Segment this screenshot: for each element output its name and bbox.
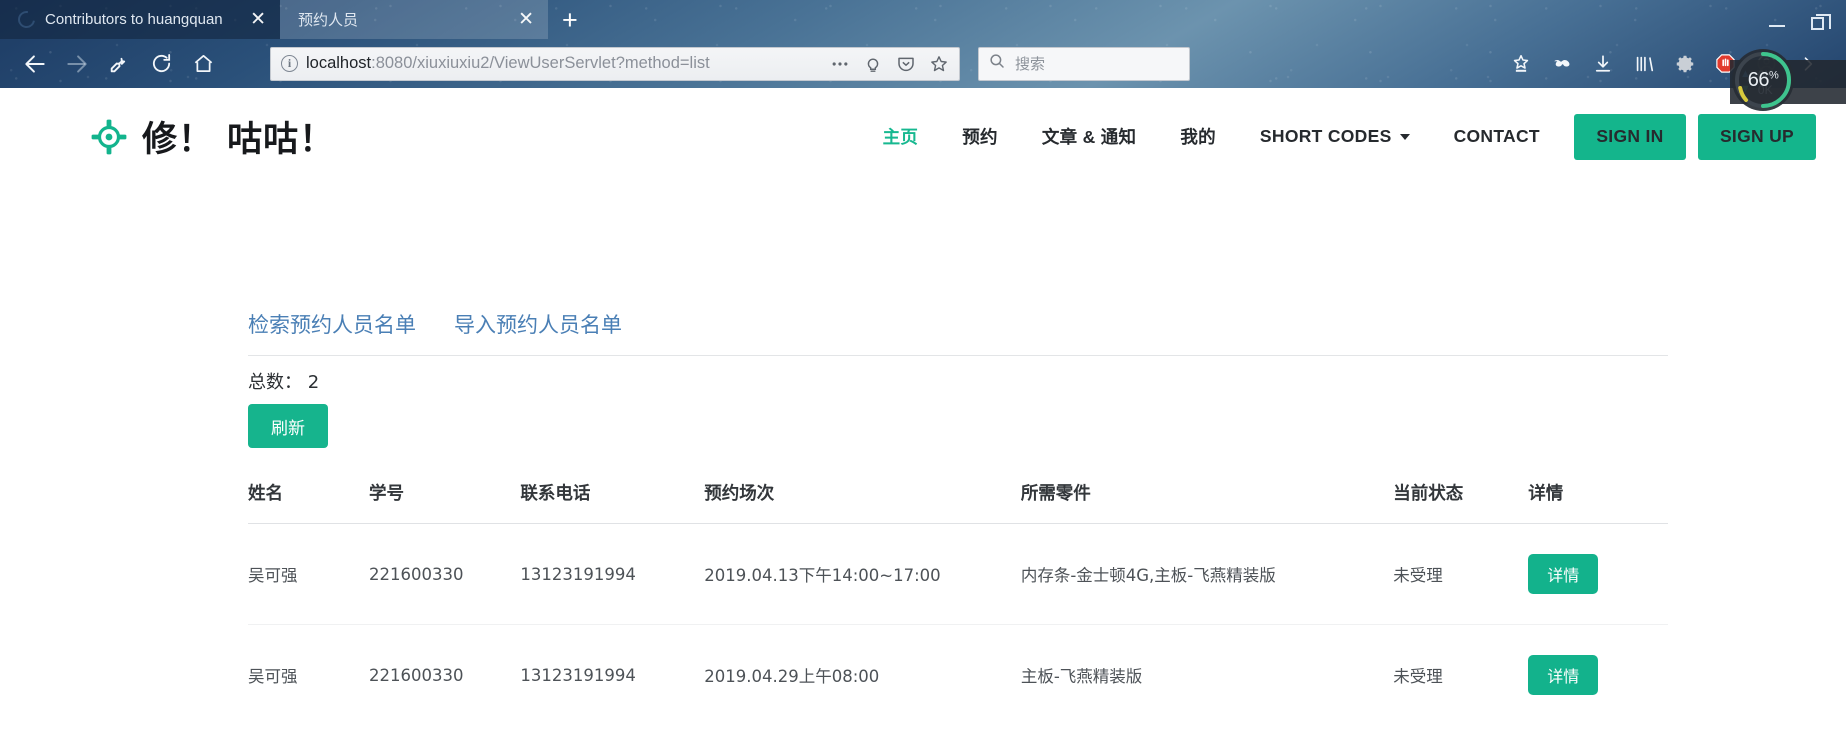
- search-icon: [988, 52, 1006, 75]
- browser-window: Contributors to huangquan ✕ 预约人员 ✕ + i l…: [0, 0, 1846, 755]
- new-tab-button[interactable]: +: [548, 7, 592, 34]
- site-header: 修！ 咕咕！ 主页 预约 文章 & 通知 我的 SHORT CODES CONT…: [0, 88, 1846, 185]
- url-host: localhost: [306, 54, 372, 72]
- detail-button[interactable]: 详情: [1528, 554, 1599, 594]
- header-phone: 联系电话: [520, 474, 705, 524]
- main-navigation: 主页 预约 文章 & 通知 我的 SHORT CODES CONTACT SIG…: [861, 113, 1846, 160]
- library-icon[interactable]: [1623, 43, 1664, 85]
- table-head: 姓名 学号 联系电话 预约场次 所需零件 当前状态 详情: [248, 474, 1668, 524]
- url-path: :8080/xiuxiuxiu2/ViewUserServlet?method=…: [371, 54, 710, 72]
- reload-icon[interactable]: [140, 43, 182, 85]
- cpu-percent: 66%: [1747, 68, 1779, 91]
- forward-icon: [56, 43, 98, 85]
- home-icon[interactable]: [182, 43, 224, 85]
- cell-phone: 13123191994: [520, 665, 636, 685]
- header-name: 姓名: [248, 474, 370, 524]
- sign-in-button[interactable]: SIGN IN: [1573, 113, 1686, 160]
- brand-title: 修！ 咕咕！: [142, 120, 336, 160]
- url-text: localhost:8080/xiuxiuxiu2/ViewUserServle…: [306, 54, 819, 73]
- cell-parts: 主板-飞燕精装版: [1020, 667, 1143, 686]
- download-icon[interactable]: [1582, 43, 1623, 85]
- nav-item-booking[interactable]: 预约: [940, 124, 1020, 149]
- more-icon[interactable]: [827, 51, 852, 76]
- header-parts: 所需零件: [1020, 474, 1394, 524]
- cell-student-id: 221600330: [369, 665, 464, 685]
- link-import-booking-list[interactable]: 导入预约人员名单: [454, 309, 622, 339]
- cell-parts: 内存条-金士顿4G,主板-飞燕精装版: [1020, 566, 1276, 585]
- save-to-pocket-icon[interactable]: [1500, 43, 1541, 85]
- star-icon[interactable]: [926, 51, 951, 76]
- nav-item-short-codes[interactable]: SHORT CODES: [1238, 126, 1432, 147]
- cell-detail: 详情: [1528, 625, 1668, 726]
- header-detail: 详情: [1528, 474, 1668, 524]
- table-row: 吴可强 221600330 13123191994 2019.04.29上午08…: [248, 625, 1668, 726]
- mask-icon[interactable]: [1541, 43, 1582, 85]
- total-count-label: 总数： 2: [248, 372, 320, 393]
- action-links: 检索预约人员名单 导入预约人员名单: [248, 185, 1668, 356]
- browser-tab-2[interactable]: 预约人员 ✕: [280, 0, 548, 39]
- cell-status: 未受理: [1393, 667, 1443, 686]
- nav-item-home[interactable]: 主页: [861, 124, 941, 149]
- crosshair-logo-icon: [90, 118, 128, 156]
- header-student-id: 学号: [369, 474, 521, 524]
- site-info-icon[interactable]: i: [281, 55, 298, 72]
- cell-name: 吴可强: [248, 566, 298, 585]
- cell-phone: 13123191994: [520, 564, 636, 584]
- booking-table: 姓名 学号 联系电话 预约场次 所需零件 当前状态 详情 吴可强 2216003…: [248, 474, 1668, 725]
- link-search-booking-list[interactable]: 检索预约人员名单: [248, 309, 416, 339]
- main-content: 检索预约人员名单 导入预约人员名单 总数： 2 刷新 姓名 学号 联系电话 预约…: [0, 185, 1846, 755]
- brand[interactable]: 修！ 咕咕！: [90, 111, 335, 162]
- table-header-row: 姓名 学号 联系电话 预约场次 所需零件 当前状态 详情: [248, 474, 1668, 524]
- nav-item-mine[interactable]: 我的: [1158, 124, 1238, 149]
- tab-strip: Contributors to huangquan ✕ 预约人员 ✕ +: [0, 0, 1846, 39]
- browser-tab-1[interactable]: Contributors to huangquan ✕: [0, 0, 280, 39]
- window-controls: [1769, 14, 1846, 39]
- minimize-icon[interactable]: [1769, 18, 1785, 33]
- page-content: 修！ 咕咕！ 主页 预约 文章 & 通知 我的 SHORT CODES CONT…: [0, 88, 1846, 755]
- cell-status: 未受理: [1393, 566, 1443, 585]
- tab-close-icon[interactable]: ✕: [518, 10, 534, 29]
- tab-close-icon[interactable]: ✕: [250, 10, 266, 29]
- search-placeholder: 搜索: [1015, 56, 1046, 73]
- lightbulb-icon[interactable]: [860, 51, 885, 76]
- header-status: 当前状态: [1393, 474, 1529, 524]
- nav-item-articles[interactable]: 文章 & 通知: [1020, 124, 1158, 149]
- header-slot: 预约场次: [704, 474, 1021, 524]
- search-box[interactable]: 搜索: [978, 46, 1190, 81]
- cell-slot: 2019.04.13下午14:00~17:00: [704, 566, 941, 585]
- detail-button[interactable]: 详情: [1528, 655, 1599, 695]
- sign-up-button[interactable]: SIGN UP: [1697, 113, 1816, 160]
- maximize-icon[interactable]: [1811, 14, 1831, 33]
- navigation-toolbar: i localhost:8080/xiuxiuxiu2/ViewUserServ…: [0, 39, 1846, 88]
- tab-title: Contributors to huangquan: [45, 11, 223, 28]
- browser-chrome: Contributors to huangquan ✕ 预约人员 ✕ + i l…: [0, 0, 1846, 111]
- cpu-usage-gauge[interactable]: 66%: [1732, 49, 1794, 111]
- table-body: 吴可强 221600330 13123191994 2019.04.13下午14…: [248, 524, 1668, 726]
- address-bar[interactable]: i localhost:8080/xiuxiuxiu2/ViewUserServ…: [270, 46, 960, 81]
- back-icon[interactable]: [14, 43, 56, 85]
- cell-detail: 详情: [1528, 524, 1668, 625]
- tab-favicon: [14, 7, 39, 32]
- cell-name: 吴可强: [248, 667, 298, 686]
- cell-slot: 2019.04.29上午08:00: [704, 667, 880, 686]
- pocket-icon[interactable]: [893, 51, 918, 76]
- tab-title: 预约人员: [298, 12, 359, 29]
- table-row: 吴可强 221600330 13123191994 2019.04.13下午14…: [248, 524, 1668, 625]
- nav-item-contact[interactable]: CONTACT: [1432, 126, 1562, 147]
- gear-icon[interactable]: [1664, 43, 1705, 85]
- cell-student-id: 221600330: [369, 564, 464, 584]
- wrench-icon[interactable]: [98, 43, 140, 85]
- refresh-button[interactable]: 刷新: [248, 404, 328, 448]
